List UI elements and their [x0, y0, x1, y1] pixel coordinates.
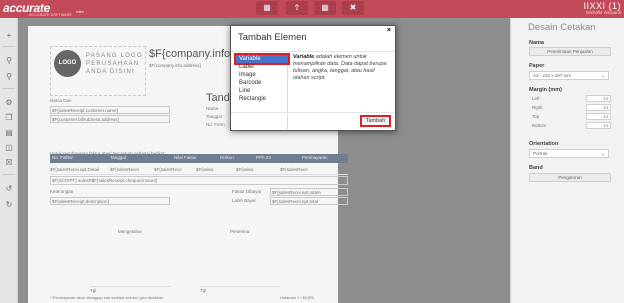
band-label: Band [529, 165, 543, 171]
name-input[interactable]: Penerimaan Penjualan [529, 47, 611, 56]
total-field[interactable]: $F{salesRecei.ept.totalA [270, 188, 348, 196]
margin-bottom-input[interactable]: 14 [586, 122, 611, 129]
undo-icon[interactable]: ↺ [3, 183, 15, 195]
column-header: Nilai Faktur [174, 155, 197, 160]
divider [3, 88, 15, 89]
detail-field[interactable]: $F{sales [196, 167, 213, 172]
panel-title: Desain Cetakan [528, 22, 596, 33]
mengetahui-label[interactable]: Mengetahui [118, 229, 142, 234]
paper-select[interactable]: A4 - 210 x 297 mm ⌄ [529, 71, 609, 80]
customer-name-field[interactable]: $F{salesReceipt.customer.name} [50, 106, 170, 114]
add-icon[interactable]: + [3, 30, 15, 42]
divider [231, 112, 395, 113]
zoom-out-icon[interactable]: ⚲ [3, 71, 15, 83]
grid-icon[interactable]: ▦ [314, 1, 336, 15]
company-address-field[interactable]: $F{company.info.address} [149, 63, 201, 68]
export-icon[interactable]: ⇮ [286, 1, 308, 15]
margin-left-input[interactable]: 14 [586, 95, 611, 102]
page-number-field[interactable]: Halaman 1 / $V{PA [280, 295, 314, 300]
margin-top-row: Top 14 [529, 113, 611, 121]
margin-bottom-row: Bottom 14 [529, 122, 611, 130]
margin-right-row: Right 14 [529, 104, 611, 112]
tgl-label[interactable]: Tgl [90, 288, 96, 293]
signature-line [90, 286, 170, 287]
company-field[interactable]: $F{company.info} [149, 48, 234, 60]
add-element-dialog: Tambah Elemen × Variable Label Image Bar… [230, 25, 396, 131]
element-option-image[interactable]: Image [236, 71, 288, 79]
total-over-field[interactable]: $F{salesRecei.ept.total [270, 197, 348, 205]
column-header: No. Faktur [52, 155, 74, 160]
divider [50, 174, 348, 175]
divider [3, 46, 15, 47]
orientation-label: Orientation [529, 141, 559, 147]
detail-field[interactable]: $F{salesRece [154, 167, 182, 172]
penerima-label[interactable]: Penerima [230, 229, 249, 234]
tgl-label[interactable]: Tgl [200, 288, 206, 293]
detail-field[interactable]: $F{sales [236, 167, 253, 172]
column-header: PPh 23 [256, 155, 271, 160]
form-label-tanggal[interactable]: Tanggal [206, 114, 222, 119]
user-info[interactable]: IIXXI (1) Michelle Wiriyanti [583, 1, 621, 15]
chevron-down-icon: ⌄ [600, 73, 605, 79]
logo-subtitle: ACCURATE SOFTWARE [29, 13, 73, 17]
margin-right-input[interactable]: 14 [586, 104, 611, 111]
footer-note[interactable]: * Pembayaran akan dianggap sah setelah s… [50, 295, 163, 300]
close-icon[interactable]: × [387, 27, 391, 34]
column-header: Tanggal [110, 155, 126, 160]
name-label: Nama [529, 40, 544, 46]
left-toolbar: + ⚲ ⚲ ⚙ ❐ ▤ ◫ ☒ ↺ ↻ [0, 18, 18, 303]
detail-field[interactable]: $F{salesRece [280, 167, 308, 172]
close-icon[interactable]: ✖ [342, 1, 364, 15]
orientation-select[interactable]: Portrait ⌄ [529, 149, 609, 158]
redo-icon[interactable]: ↻ [3, 199, 15, 211]
user-name: Michelle Wiriyanti [585, 10, 621, 15]
add-button[interactable]: Tambah [360, 115, 391, 127]
divider [231, 51, 395, 52]
logo-placeholder-text: PASANG LOGO PERUSAHAAN ANDA DISINI [86, 53, 143, 75]
save-icon[interactable]: ▦ [256, 1, 278, 15]
margin-left-row: Left 14 [529, 95, 611, 103]
element-option-variable[interactable]: Variable [234, 53, 290, 65]
settings-icon[interactable]: ⚙ [3, 97, 15, 109]
form-label-noform[interactable]: No. Form [206, 122, 225, 127]
zoom-in-icon[interactable]: ⚲ [3, 55, 15, 67]
customer-address-field[interactable]: $F{customer.billAddress.address} [50, 115, 170, 123]
table-header[interactable]: No. Faktur Tanggal Nilai Faktur Diskon P… [50, 154, 348, 163]
logo-placeholder[interactable]: LOGO [54, 50, 81, 77]
detail-field[interactable]: $F{salesRecei.ept.Detail [50, 167, 99, 172]
element-description: Variable adalah elemen untuk menampilkan… [293, 54, 387, 81]
description-field[interactable]: $F{salesReceipt.description} [50, 197, 170, 205]
lebih-bayar-label[interactable]: Lebih Bayar [232, 198, 256, 203]
column-header: Pembayaran [302, 155, 328, 160]
band-settings-button[interactable]: Pengaturan [529, 173, 611, 182]
form-label-nama[interactable]: Nama [206, 106, 218, 111]
nama-dari-label[interactable]: Nama Dari [50, 98, 72, 103]
accurate-logo: accurate ACCURATE SOFTWARE online [3, 1, 84, 17]
top-bar: accurate ACCURATE SOFTWARE online ▦ ⇮ ▦ … [0, 0, 624, 18]
terbilang-field[interactable]: $F{SCRIPT} salesR$F{salesReceipt.chequeA… [50, 176, 348, 185]
layers-icon[interactable]: ◫ [3, 142, 15, 154]
keterangan-label[interactable]: Keterangan [50, 189, 73, 194]
column-header: Diskon [220, 155, 234, 160]
element-option-line[interactable]: Line [236, 87, 288, 95]
margin-top-input[interactable]: 14 [586, 113, 611, 120]
properties-panel: Desain Cetakan Nama Penerimaan Penjualan… [510, 18, 624, 303]
paste-icon[interactable]: ▤ [3, 127, 15, 139]
divider [3, 174, 15, 175]
element-type-list: Variable Label Image Barcode Line Rectan… [234, 53, 290, 130]
paper-label: Paper [529, 63, 545, 69]
margin-label: Margin (mm) [529, 87, 562, 93]
dialog-title: Tambah Elemen [238, 32, 307, 43]
element-option-barcode[interactable]: Barcode [236, 79, 288, 87]
delete-icon[interactable]: ☒ [3, 157, 15, 169]
logo-online: online [76, 10, 84, 14]
copy-icon[interactable]: ❐ [3, 112, 15, 124]
element-option-rectangle[interactable]: Rectangle [236, 95, 288, 103]
faktur-dibayar-label[interactable]: Faktur Dibayar [232, 189, 262, 194]
element-option-label[interactable]: Label [236, 63, 288, 71]
chevron-down-icon: ⌄ [600, 151, 605, 157]
detail-field[interactable]: $F{salesRecei [110, 167, 139, 172]
signature-line [200, 286, 280, 287]
